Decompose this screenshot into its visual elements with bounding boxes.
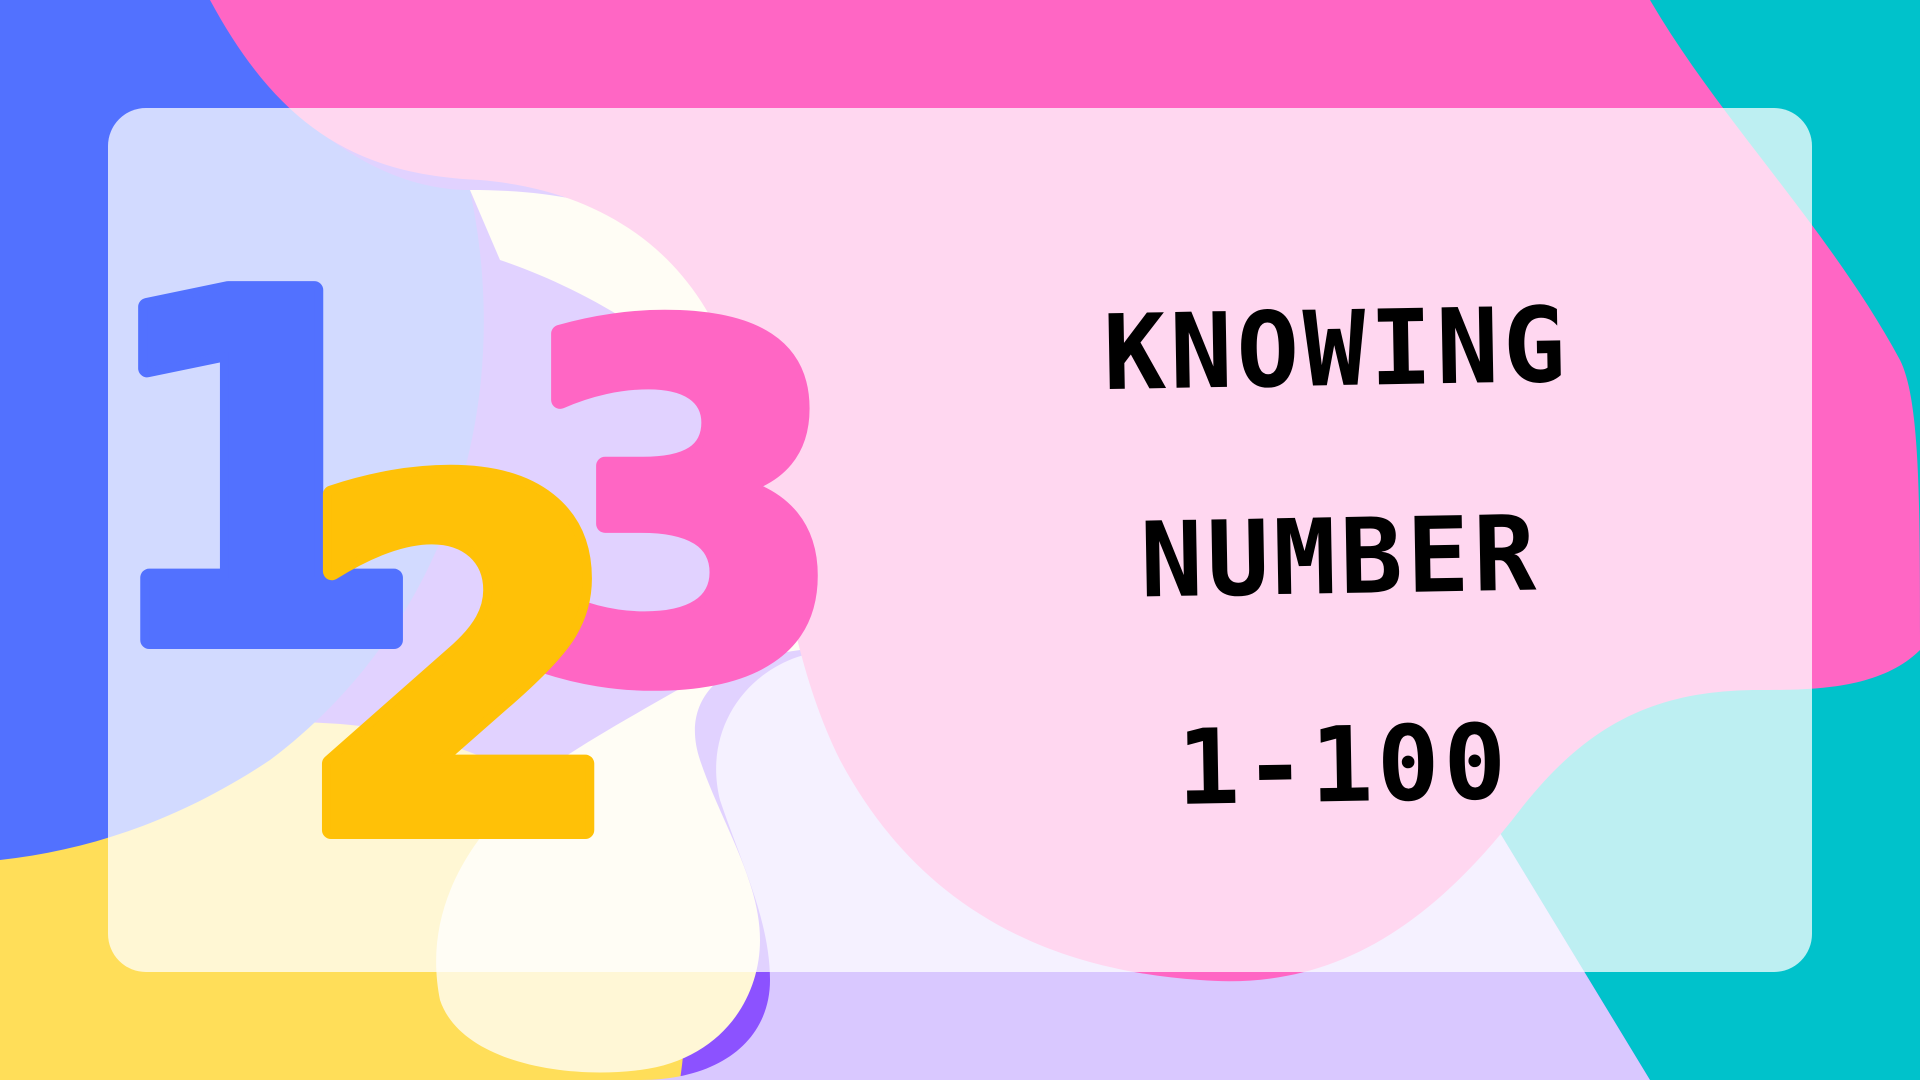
title-line-number: NUMBER [1139, 492, 1541, 622]
title-line-knowing: KNOWING [1102, 283, 1571, 415]
numeral-two: 2 [293, 385, 627, 944]
page-title: KNOWING NUMBER 1-100 [955, 238, 1726, 875]
title-line-range: 1-100 [1176, 701, 1512, 829]
